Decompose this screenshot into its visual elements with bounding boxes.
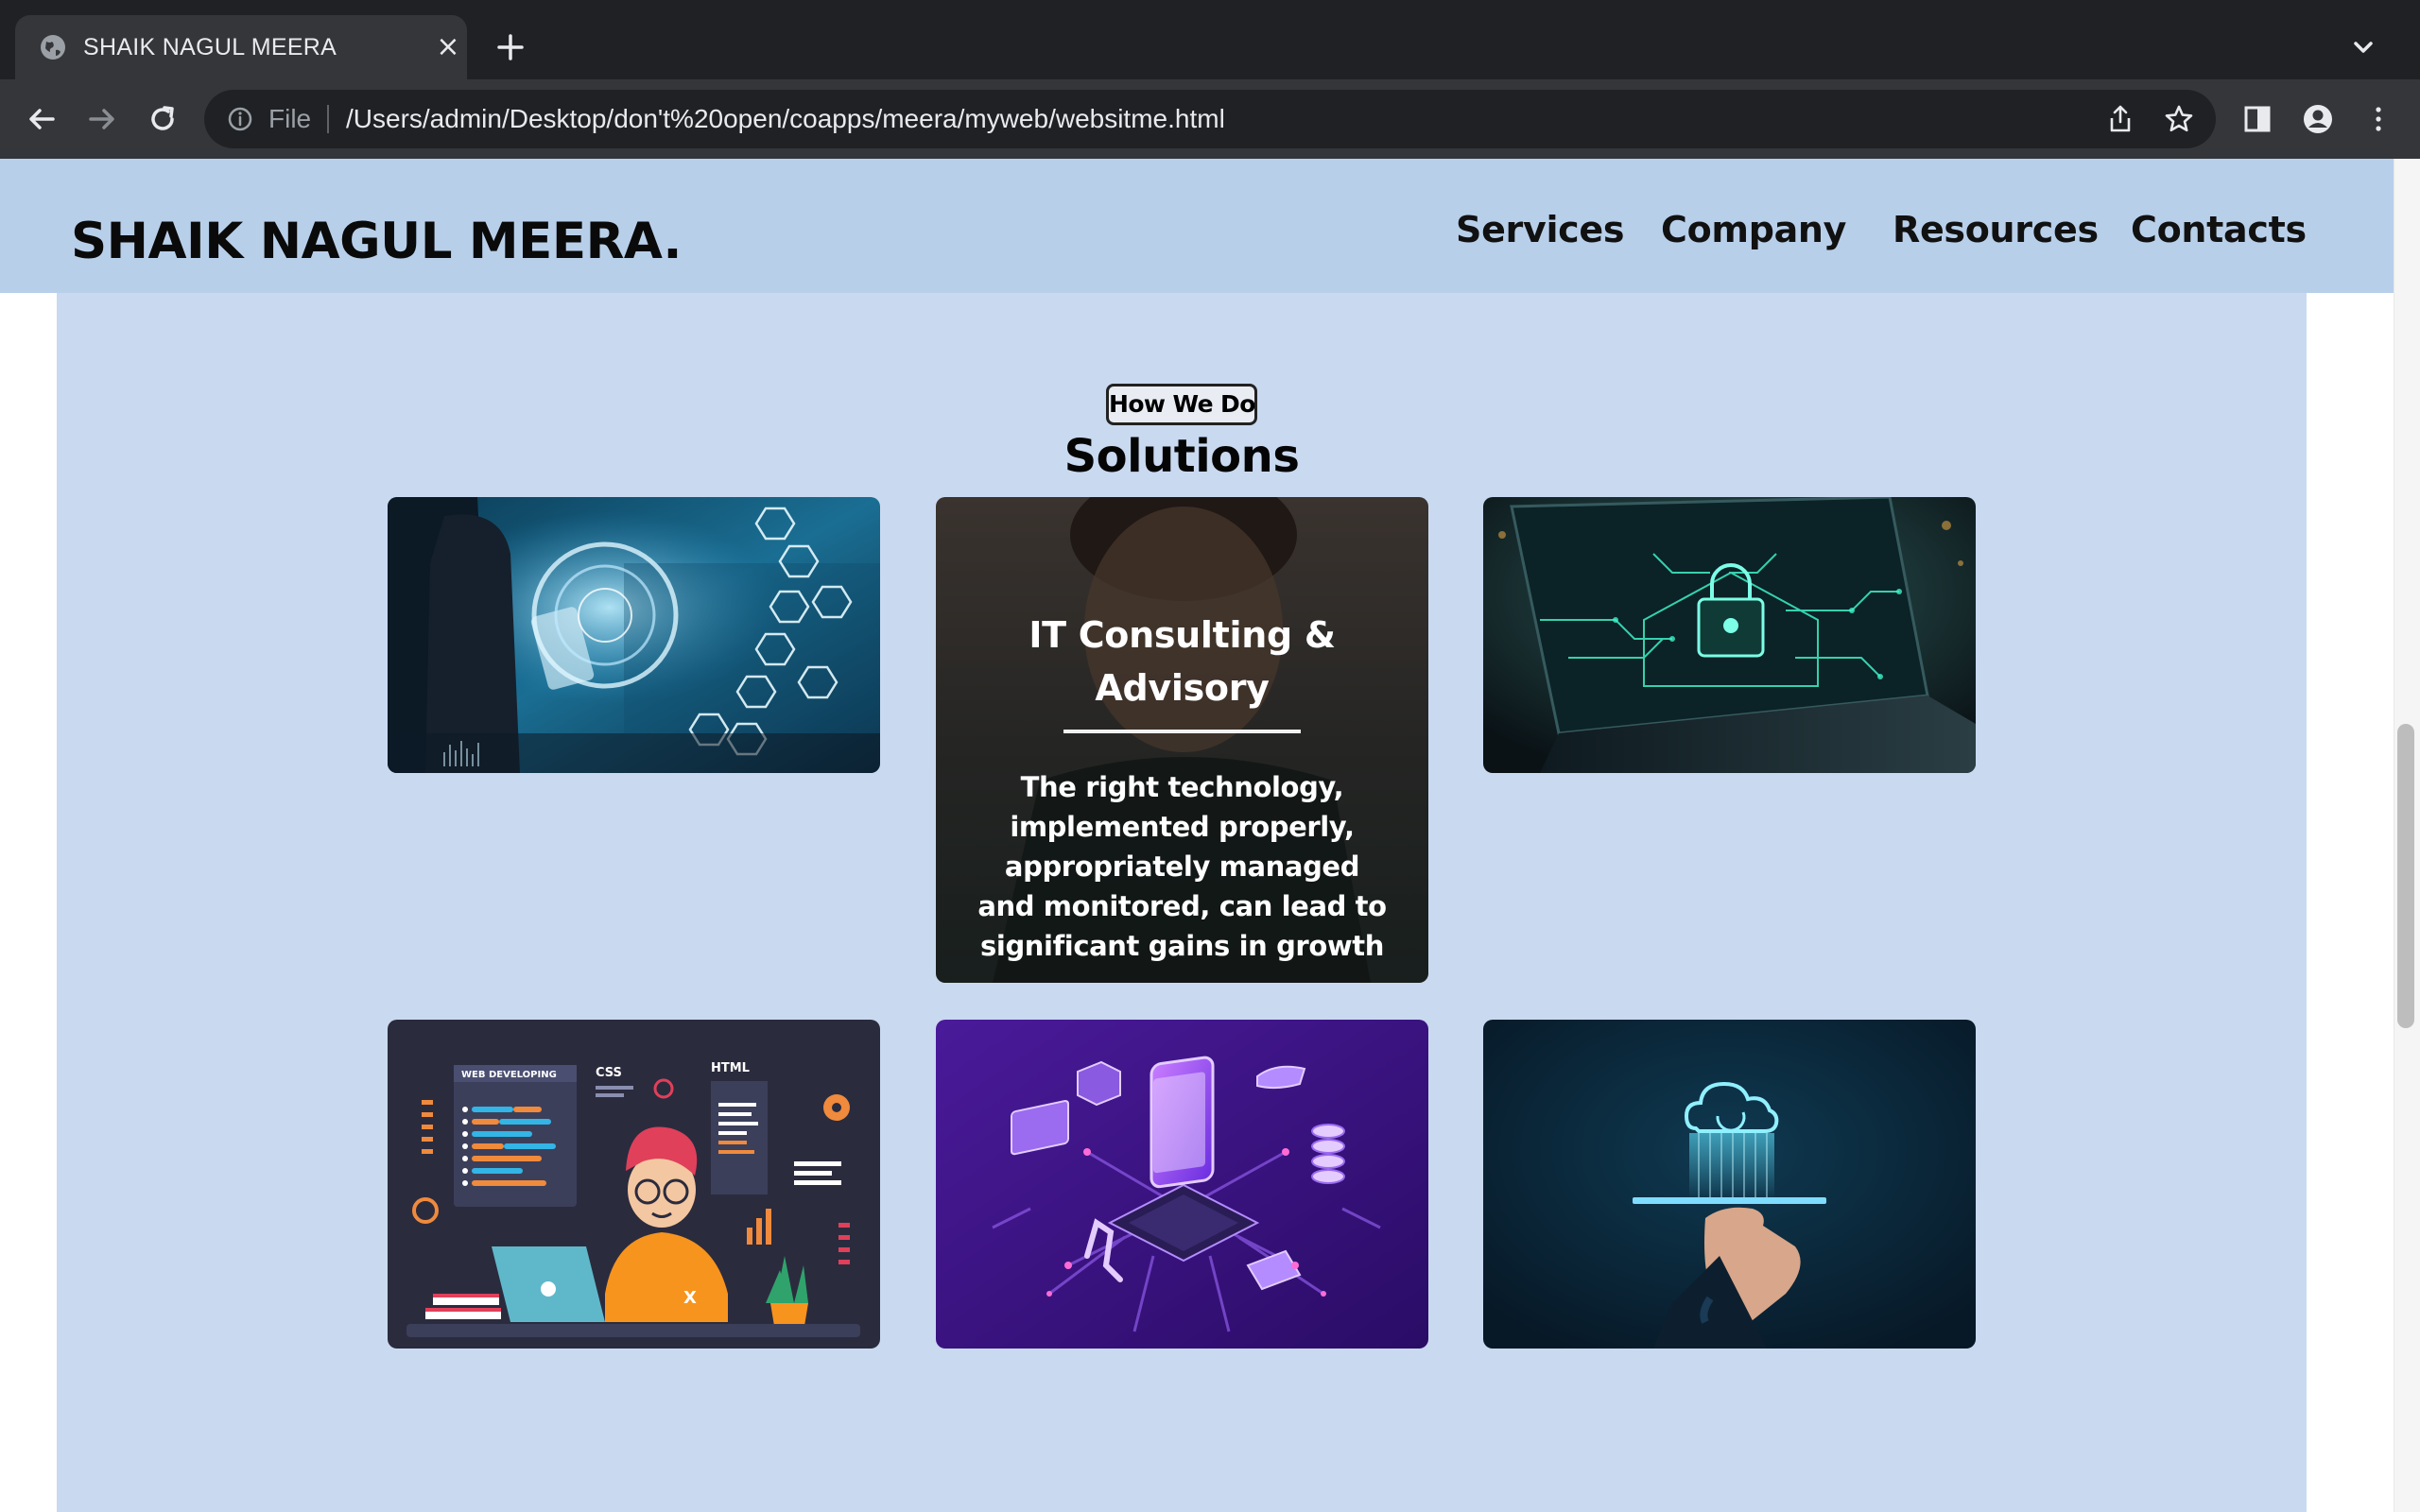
more-menu-icon[interactable] [2360, 100, 2397, 138]
digital-business-image [388, 497, 880, 773]
nav-link-contacts[interactable]: Contacts [2131, 208, 2307, 251]
web-developing-label: WEB DEVELOPING [461, 1070, 557, 1080]
browser-tab[interactable]: SHAIK NAGUL MEERA × [15, 15, 467, 79]
forward-icon[interactable] [83, 100, 121, 138]
nav-link-company[interactable]: Company [1661, 208, 1846, 251]
solution-card-iot[interactable] [936, 1020, 1428, 1349]
solution-card-it-consulting[interactable]: IT Consulting & Advisory The right techn… [936, 497, 1428, 983]
page-viewport: SHAIK NAGUL MEERA. Services Company Reso… [0, 159, 2420, 1512]
info-icon[interactable] [225, 104, 255, 134]
tab-strip: SHAIK NAGUL MEERA × [0, 0, 2420, 79]
share-icon[interactable] [2104, 103, 2136, 135]
nav-link-resources[interactable]: Resources [1893, 208, 2099, 251]
bookmark-star-icon[interactable] [2163, 103, 2195, 135]
url-text[interactable]: /Users/admin/Desktop/don't%20open/coapps… [346, 103, 1225, 135]
css-label: CSS [596, 1066, 622, 1080]
solution-card-digital-business[interactable] [388, 497, 880, 773]
section-badge: How We Do [1106, 384, 1257, 425]
browser-chrome: SHAIK NAGUL MEERA × File /Users/admin/De… [0, 0, 2420, 159]
section-title: Solutions [1063, 430, 1300, 483]
solution-card-cloud[interactable] [1483, 1020, 1976, 1349]
url-scheme-label: File [268, 104, 312, 133]
solution-card-cyber-security[interactable] [1483, 497, 1976, 773]
card-description: The right technology, implemented proper… [977, 771, 1387, 962]
scrollbar-thumb[interactable] [2397, 724, 2414, 1028]
omnibox-separator [327, 105, 329, 133]
chevron-down-icon[interactable] [2344, 28, 2382, 66]
web-developer-image: WEB DEVELOPING CSS HTML X [388, 1020, 880, 1349]
back-icon[interactable] [23, 100, 60, 138]
card-title: IT Consulting & Advisory [1028, 614, 1336, 709]
site-header: SHAIK NAGUL MEERA. Services Company Reso… [0, 159, 2394, 293]
cloud-computing-image [1483, 1020, 1976, 1349]
browser-toolbar: File /Users/admin/Desktop/don't%20open/c… [0, 79, 2420, 159]
new-tab-icon[interactable] [492, 28, 529, 66]
card-divider [1063, 730, 1301, 733]
brand-logo-text[interactable]: SHAIK NAGUL MEERA. [71, 212, 683, 272]
laptop-security-image [1483, 497, 1976, 773]
isometric-iot-image [936, 1020, 1428, 1349]
tab-title: SHAIK NAGUL MEERA [83, 34, 337, 60]
side-panel-icon[interactable] [2238, 100, 2276, 138]
nav-link-services[interactable]: Services [1456, 208, 1625, 251]
reload-icon[interactable] [144, 100, 182, 138]
svg-text:X: X [683, 1288, 697, 1308]
profile-avatar-icon[interactable] [2299, 100, 2337, 138]
solution-card-web-development[interactable]: WEB DEVELOPING CSS HTML X [388, 1020, 880, 1349]
address-bar[interactable]: File /Users/admin/Desktop/don't%20open/c… [204, 90, 2216, 148]
close-tab-icon[interactable]: × [435, 33, 461, 61]
globe-icon [41, 35, 65, 60]
html-label: HTML [711, 1061, 750, 1075]
